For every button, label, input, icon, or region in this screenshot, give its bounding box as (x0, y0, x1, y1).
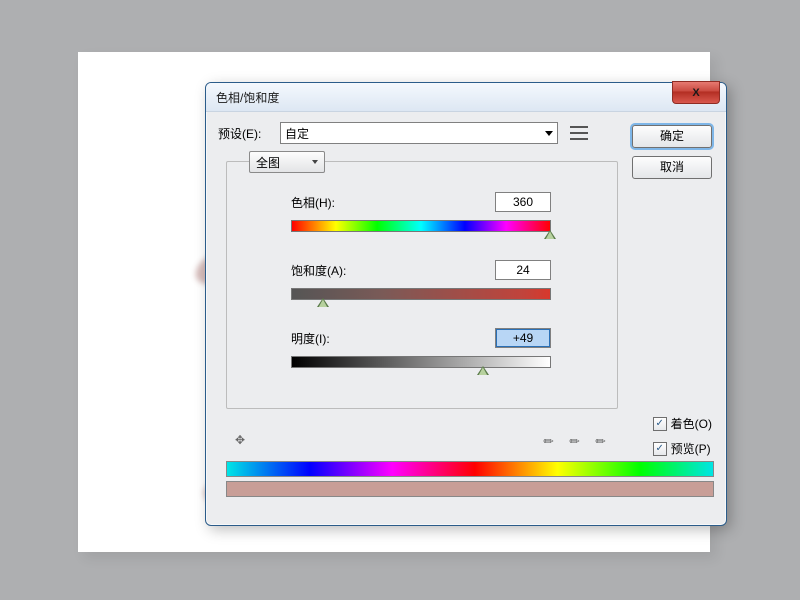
hue-slider-track[interactable] (291, 220, 551, 232)
hue-label: 色相(H): (291, 194, 335, 211)
eyedropper-subtract-icon[interactable]: ✎ (592, 427, 617, 452)
preview-label: 预览(P) (671, 440, 711, 457)
eyedropper-icon[interactable]: ✎ (540, 427, 565, 452)
preview-checkbox[interactable]: ✓ 预览(P) (653, 440, 712, 457)
lightness-slider-track[interactable] (291, 356, 551, 368)
preset-menu-icon[interactable] (570, 126, 588, 140)
targeted-adjust-icon[interactable]: ✥ (228, 430, 252, 450)
saturation-slider-track[interactable] (291, 288, 551, 300)
lightness-slider-block: 明度(I): +49 (291, 328, 551, 368)
channel-select[interactable]: 全图 (249, 151, 325, 173)
preset-value: 自定 (285, 125, 309, 142)
tool-row: ✥ ✎ ✎ ✎ (228, 427, 614, 453)
saturation-value-input[interactable]: 24 (495, 260, 551, 280)
cancel-button[interactable]: 取消 (632, 156, 712, 179)
hue-value-input[interactable]: 360 (495, 192, 551, 212)
checkbox-icon: ✓ (653, 442, 667, 456)
channel-value: 全图 (256, 154, 280, 171)
lightness-slider-thumb[interactable] (477, 366, 489, 375)
lightness-label: 明度(I): (291, 330, 330, 347)
input-color-strip (226, 461, 714, 477)
output-color-strip (226, 481, 714, 497)
dialog-titlebar[interactable]: 色相/饱和度 X (206, 83, 726, 112)
eyedropper-add-icon[interactable]: ✎ (566, 427, 591, 452)
saturation-label: 饱和度(A): (291, 262, 346, 279)
hue-saturation-dialog: 色相/饱和度 X 预设(E): 自定 确定 取消 全图 色相(H): 360 (205, 82, 727, 526)
colorize-label: 着色(O) (671, 415, 712, 432)
slider-group: 全图 色相(H): 360 饱和度(A): 24 明度(I): (226, 161, 618, 409)
ok-button[interactable]: 确定 (632, 125, 712, 148)
lightness-value-input[interactable]: +49 (495, 328, 551, 348)
preset-select[interactable]: 自定 (280, 122, 558, 144)
colorize-checkbox[interactable]: ✓ 着色(O) (653, 415, 712, 432)
hue-slider-thumb[interactable] (544, 230, 556, 239)
chevron-down-icon (312, 160, 318, 164)
close-button[interactable]: X (672, 81, 720, 104)
dialog-title: 色相/饱和度 (216, 89, 279, 106)
hue-slider-block: 色相(H): 360 (291, 192, 551, 232)
close-icon: X (692, 87, 699, 99)
chevron-down-icon (545, 131, 553, 136)
preset-label: 预设(E): (218, 125, 280, 142)
saturation-slider-thumb[interactable] (317, 298, 329, 307)
saturation-slider-block: 饱和度(A): 24 (291, 260, 551, 300)
checkbox-icon: ✓ (653, 417, 667, 431)
